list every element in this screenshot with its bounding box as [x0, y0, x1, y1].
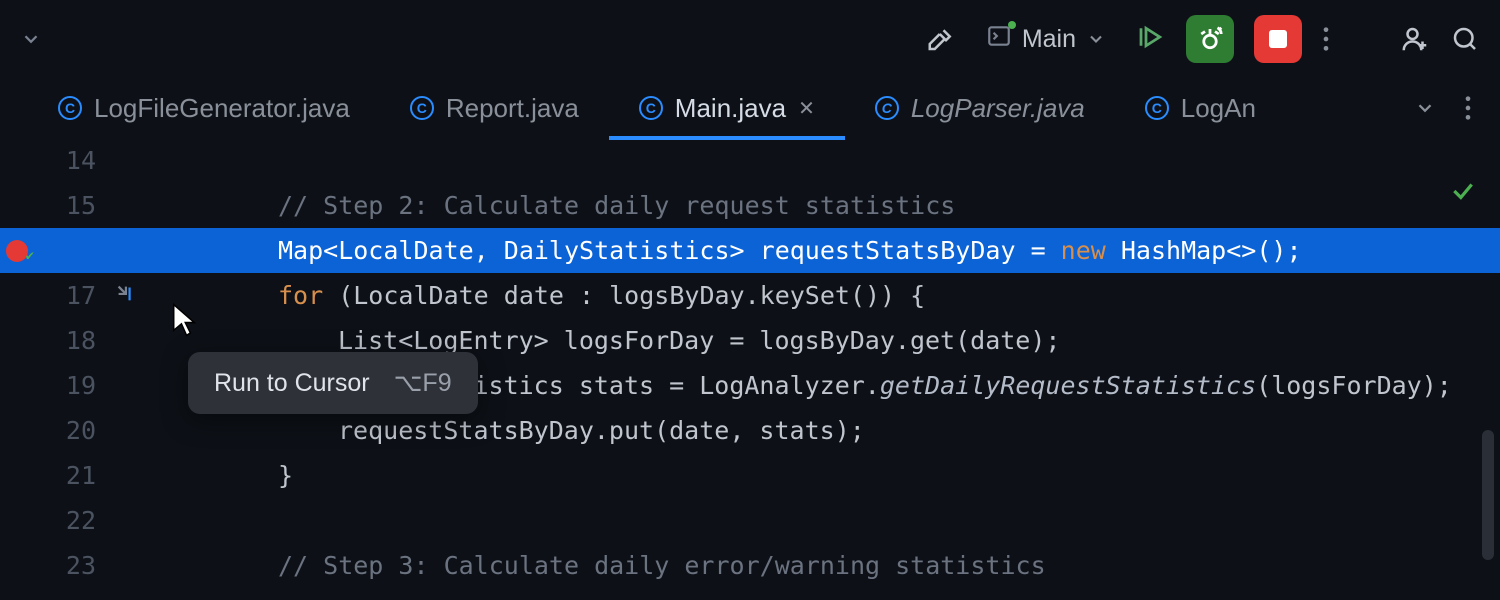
chevron-down-icon[interactable] [20, 28, 42, 50]
more-menu-icon[interactable] [1322, 25, 1330, 53]
tab-label: Main.java [675, 93, 786, 124]
stop-icon [1269, 30, 1287, 48]
code-line: 20 requestStatsByDay.put(date, stats); [0, 408, 1500, 453]
run-configuration-selector[interactable]: Main [976, 19, 1116, 60]
hammer-icon[interactable] [926, 24, 956, 54]
chevron-down-icon[interactable] [1414, 97, 1436, 119]
java-class-icon: C [58, 96, 82, 120]
add-user-icon[interactable] [1400, 24, 1430, 54]
tab-logan[interactable]: C LogAn [1115, 78, 1286, 138]
run-config-label: Main [1022, 25, 1076, 54]
tooltip-shortcut: ⌥F9 [394, 368, 452, 398]
main-toolbar: Main [0, 0, 1500, 78]
tab-main[interactable]: C Main.java ✕ [609, 78, 845, 138]
tab-label: LogAn [1181, 93, 1256, 124]
java-class-icon: C [639, 96, 663, 120]
tab-report[interactable]: C Report.java [380, 78, 609, 138]
code-line: 15 // Step 2: Calculate daily request st… [0, 183, 1500, 228]
search-icon[interactable] [1450, 24, 1480, 54]
code-line: 22 [0, 498, 1500, 543]
code-line: 23 // Step 3: Calculate daily error/warn… [0, 543, 1500, 588]
java-class-icon: C [1145, 96, 1169, 120]
code-line: 14 [0, 138, 1500, 183]
code-line: 21 } [0, 453, 1500, 498]
breakpoint-icon[interactable]: ✔ [6, 240, 28, 262]
tab-label: Report.java [446, 93, 579, 124]
line-number: 18 [34, 318, 106, 363]
editor-tabs: C LogFileGenerator.java C Report.java C … [0, 78, 1500, 138]
line-number: 23 [34, 543, 106, 588]
code-line-current: ✔ Map<LocalDate, DailyStatistics> reques… [0, 228, 1500, 273]
java-class-icon: C [875, 96, 899, 120]
run-button[interactable] [1136, 22, 1166, 57]
tooltip-label: Run to Cursor [214, 369, 370, 398]
inspection-ok-icon[interactable] [1450, 178, 1476, 209]
line-number: 15 [34, 183, 106, 228]
debug-restart-button[interactable] [1186, 15, 1234, 63]
tab-label: LogParser.java [911, 93, 1085, 124]
more-menu-icon[interactable] [1464, 94, 1472, 122]
line-number: 20 [34, 408, 106, 453]
chevron-down-icon [1086, 29, 1106, 49]
editor-scrollbar[interactable] [1482, 430, 1494, 560]
tab-logfilegenerator[interactable]: C LogFileGenerator.java [28, 78, 380, 138]
terminal-icon [986, 23, 1012, 56]
line-number: 17 [34, 273, 106, 318]
java-class-icon: C [410, 96, 434, 120]
close-icon[interactable]: ✕ [798, 96, 815, 121]
tab-label: LogFileGenerator.java [94, 93, 350, 124]
tab-logparser[interactable]: C LogParser.java [845, 78, 1115, 138]
line-number: 14 [34, 138, 106, 183]
line-number: 19 [34, 363, 106, 408]
stop-button[interactable] [1254, 15, 1302, 63]
line-number: 21 [34, 453, 106, 498]
run-to-cursor-icon[interactable] [114, 273, 136, 318]
active-indicator-dot [1008, 21, 1016, 29]
run-to-cursor-tooltip: Run to Cursor ⌥F9 [188, 352, 478, 414]
code-line: 17 for (LocalDate date : logsByDay.keySe… [0, 273, 1500, 318]
line-number: 22 [34, 498, 106, 543]
